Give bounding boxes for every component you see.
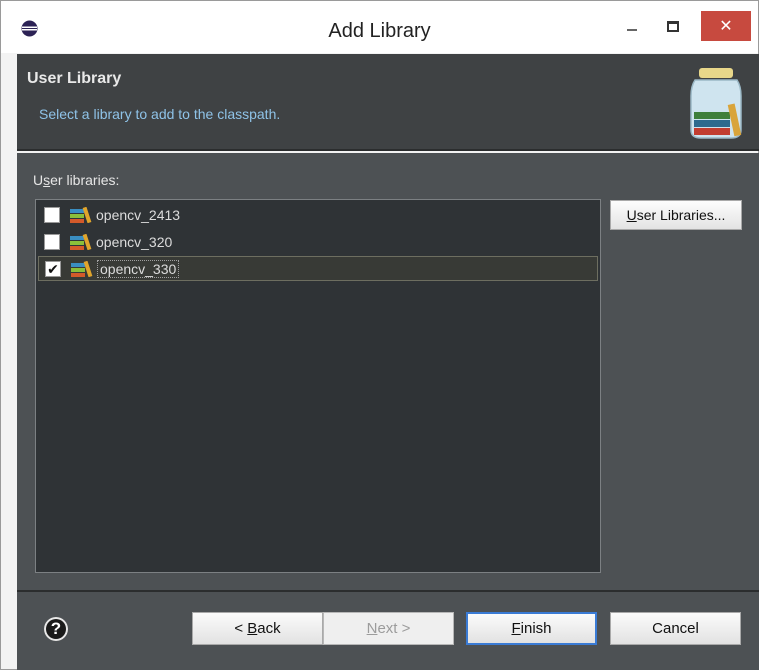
library-name: opencv_320: [96, 233, 173, 250]
user-libraries-label: User libraries:: [33, 172, 119, 188]
help-icon[interactable]: ?: [44, 617, 68, 641]
list-item[interactable]: opencv_320: [38, 229, 598, 254]
button-label: ack: [257, 620, 281, 637]
button-label: ser Libraries...: [636, 207, 726, 223]
library-books-icon: [70, 206, 92, 223]
list-item[interactable]: ✔ opencv_330: [38, 256, 598, 281]
library-books-icon: [71, 260, 93, 277]
library-books-icon: [70, 233, 92, 250]
add-library-dialog: Add Library ✕ User Library Select a libr…: [0, 0, 759, 670]
page-description: Select a library to add to the classpath…: [39, 106, 281, 122]
button-mnemonic: B: [247, 620, 258, 637]
button-mnemonic: U: [626, 207, 637, 223]
content-area: User libraries: opencv_2413 opencv_320 ✔…: [17, 153, 759, 590]
library-name: opencv_330: [97, 259, 180, 278]
button-label: <: [234, 620, 248, 637]
user-libraries-list[interactable]: opencv_2413 opencv_320 ✔ opencv_330: [35, 199, 601, 573]
wizard-banner: User Library Select a library to add to …: [17, 54, 759, 151]
button-bar: ? < Back Next > Finish Cancel: [17, 590, 759, 670]
title-bar: Add Library ✕: [1, 1, 758, 53]
minimize-button[interactable]: [615, 11, 649, 41]
button-mnemonic: F: [511, 620, 521, 637]
button-mnemonic: N: [366, 620, 378, 637]
library-checkbox[interactable]: [44, 233, 60, 250]
library-checkbox[interactable]: ✔: [45, 260, 61, 277]
maximize-icon: [667, 20, 679, 32]
close-button[interactable]: ✕: [701, 11, 751, 41]
page-title: User Library: [27, 70, 122, 87]
library-name: opencv_2413: [96, 206, 181, 223]
list-item[interactable]: opencv_2413: [38, 202, 598, 227]
button-label: ext >: [377, 620, 411, 637]
maximize-button[interactable]: [653, 11, 693, 41]
finish-button[interactable]: Finish: [466, 612, 597, 645]
button-label: inish: [520, 620, 552, 637]
library-checkbox[interactable]: [44, 206, 60, 223]
library-jar-icon: [690, 68, 742, 139]
next-button[interactable]: Next >: [323, 612, 454, 645]
button-label: Cancel: [652, 620, 699, 637]
label-part: U: [33, 172, 44, 188]
label-part: er libraries:: [50, 172, 120, 188]
close-icon: ✕: [719, 18, 733, 35]
back-button[interactable]: < Back: [192, 612, 323, 645]
user-libraries-button[interactable]: User Libraries...: [610, 200, 742, 230]
minimize-icon: [627, 29, 637, 31]
cancel-button[interactable]: Cancel: [610, 612, 741, 645]
